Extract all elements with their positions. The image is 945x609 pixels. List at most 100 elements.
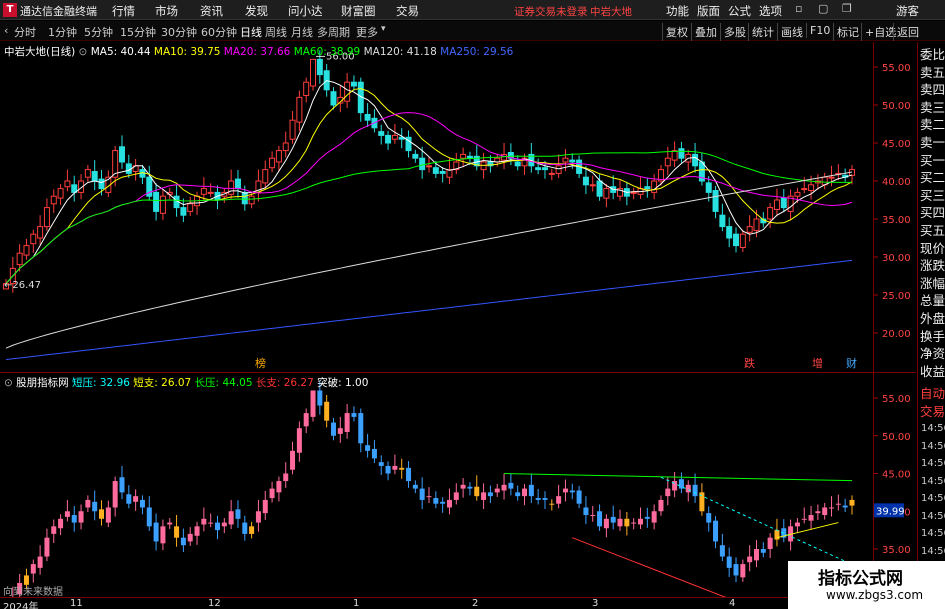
quote-panel-item[interactable]: 总量 (920, 292, 945, 309)
quote-panel-item[interactable]: 现价 (920, 240, 945, 257)
indicator-bar (30, 564, 36, 574)
candle-body (23, 245, 30, 256)
period-tab-monthly[interactable]: 月线 (291, 24, 313, 40)
menu-function[interactable]: 功能 (666, 3, 689, 19)
period-tab-30min[interactable]: 30分钟 (161, 24, 197, 40)
guest-user[interactable]: 游客 (896, 3, 919, 19)
indicator-bar (624, 518, 630, 527)
quote-panel-item[interactable]: 换手 (920, 328, 945, 345)
quote-panel-item[interactable]: 卖二 (920, 116, 945, 133)
menu-news[interactable]: 资讯 (200, 3, 223, 19)
ma-line (5, 80, 853, 284)
candle-body (548, 172, 555, 175)
indicator-bar (658, 499, 664, 512)
draw-line-button[interactable]: 画线 (777, 23, 806, 41)
candle-body (644, 186, 651, 190)
menu-market[interactable]: 市场 (155, 3, 178, 19)
f10-button[interactable]: F10 (806, 23, 833, 38)
candle-body (91, 171, 98, 182)
restore-icon[interactable]: ❐ (842, 2, 852, 15)
chevron-down-icon[interactable]: ▾ (381, 24, 386, 34)
candle-body (310, 58, 317, 87)
quote-panel-item[interactable]: 卖三 (920, 99, 945, 116)
stock-name-top: 中岩大地 (590, 6, 632, 18)
maximize-icon[interactable]: ▢ (818, 2, 828, 15)
indicator-bar (767, 537, 773, 549)
indicator-bar (99, 509, 105, 519)
y-tick-label: 45.00 (882, 139, 911, 150)
menu-formula[interactable]: 公式 (728, 3, 751, 19)
candle-body (589, 184, 596, 187)
back-button[interactable]: 返回 (893, 23, 922, 41)
candle-body (16, 252, 23, 266)
period-tab-60min[interactable]: 60分钟 (201, 24, 237, 40)
adjust-button[interactable]: 复权 (662, 23, 691, 41)
menu-ask[interactable]: 问小达 (288, 3, 323, 19)
quote-panel-item[interactable]: 买三 (920, 187, 945, 204)
mark-button[interactable]: 标记 (833, 23, 862, 41)
candle-body (378, 131, 385, 136)
ma250-line (5, 259, 853, 361)
tick-time: 14:56 (921, 493, 945, 504)
multi-stock-button[interactable]: 多股 (720, 23, 749, 41)
indicator-bar (446, 499, 452, 508)
candle-body (739, 233, 746, 248)
quote-panel-item[interactable]: 卖四 (920, 81, 945, 98)
period-tab-weekly[interactable]: 周线 (265, 24, 287, 40)
chevron-left-icon[interactable]: ‹ (4, 24, 8, 37)
period-tab-15min[interactable]: 15分钟 (120, 24, 156, 40)
candle-body (719, 214, 726, 228)
statistics-button[interactable]: 统计 (748, 23, 777, 41)
period-tab-5min[interactable]: 5分钟 (84, 24, 113, 40)
quote-panel-item[interactable]: 买二 (920, 169, 945, 186)
menu-layout[interactable]: 版面 (697, 3, 720, 19)
menu-trade[interactable]: 交易 (396, 3, 419, 19)
menu-fortune[interactable]: 财富圈 (341, 3, 376, 19)
settings-icon[interactable]: ⊙ (79, 46, 88, 58)
quote-panel-item[interactable]: 买五 (920, 222, 945, 239)
period-tab-more[interactable]: 更多 (356, 24, 378, 40)
quote-panel-item[interactable]: 卖一 (920, 134, 945, 151)
quote-panel-item[interactable]: 净资 (920, 345, 945, 362)
candlestick-chart[interactable]: 55.00 50.00 45.00 40.00 35.00 30.00 25.00 20.00… (0, 42, 916, 372)
future-data-label[interactable]: 向到未来数据 (3, 583, 63, 598)
overlay-button[interactable]: 叠加 (691, 23, 720, 41)
ma120-line (5, 171, 853, 349)
quote-panel-item[interactable]: 委比 (920, 46, 945, 63)
quote-panel-tab[interactable]: 交易 (920, 403, 945, 420)
period-tab-1min[interactable]: 1分钟 (48, 24, 77, 40)
candle-body (596, 180, 603, 197)
period-tab-daily[interactable]: 日线 (240, 24, 262, 40)
quote-panel-item[interactable]: 涨跌 (920, 257, 945, 274)
quote-panel-item[interactable]: 卖五 (920, 64, 945, 81)
menu-discover[interactable]: 发现 (245, 3, 268, 19)
indicator-bar (535, 498, 541, 500)
menu-quotes[interactable]: 行情 (112, 3, 135, 19)
indicator-bar (494, 488, 500, 493)
candle-body (350, 81, 357, 87)
ma-line (5, 88, 853, 284)
login-warning[interactable]: 证券交易未登录 (514, 4, 588, 19)
period-tab-timeshare[interactable]: 分时 (14, 24, 36, 40)
axis-divider (873, 42, 874, 597)
quote-panel-item[interactable]: 涨幅 (920, 275, 945, 292)
candle-body (385, 134, 392, 144)
period-toolbar: ‹ 分时 1分钟 5分钟 15分钟 30分钟 60分钟 日线 周线 月线 多周期… (0, 21, 945, 41)
period-tab-multi[interactable]: 多周期 (317, 24, 350, 40)
indicator-bar (460, 484, 466, 489)
menu-options[interactable]: 选项 (759, 3, 782, 19)
indicator-bar (269, 488, 275, 499)
indicator-bar (610, 516, 616, 523)
minimize-icon[interactable]: ▫ (795, 2, 802, 15)
indicator-bar (133, 496, 139, 502)
indicator-bar (37, 556, 43, 568)
quote-panel-item[interactable]: 外盘 (920, 310, 945, 327)
indicator-bar (508, 482, 514, 489)
quote-panel-tab[interactable]: 自动 (920, 385, 945, 402)
indicator-chart[interactable]: 55.0050.0045.0040.0035.0039.99 (0, 373, 916, 597)
quote-panel-item[interactable]: 买四 (920, 204, 945, 221)
settings-icon[interactable]: ⊙ (4, 377, 13, 389)
indicator-bar (126, 494, 132, 504)
quote-panel-item[interactable]: 收益 (920, 363, 945, 380)
quote-panel-item[interactable]: 买一 (920, 152, 945, 169)
